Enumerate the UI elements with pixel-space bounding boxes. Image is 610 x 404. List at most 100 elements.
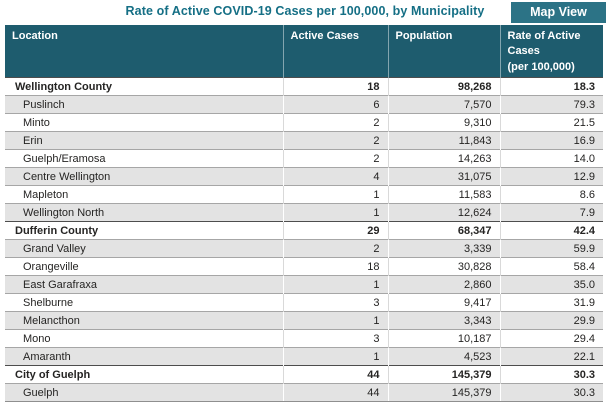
table-row[interactable]: Mapleton111,5838.6 (5, 186, 603, 204)
cell-population: 12,624 (388, 204, 500, 222)
cell-active-cases: 18 (283, 258, 388, 276)
cell-rate: 42.4 (500, 222, 603, 240)
cell-rate: 30.3 (500, 384, 603, 402)
table-row[interactable]: Guelph/Eramosa214,26314.0 (5, 150, 603, 168)
cell-location: Dufferin County (5, 222, 283, 240)
column-header-rate[interactable]: Rate of Active Cases (per 100,000) (500, 25, 603, 78)
cell-location: Mono (5, 330, 283, 348)
cell-location: City of Guelph (5, 366, 283, 384)
cell-location: Melancthon (5, 312, 283, 330)
cell-location: Mapleton (5, 186, 283, 204)
cell-rate: 79.3 (500, 96, 603, 114)
covid-rate-table: Location Active Cases Population Rate of… (5, 25, 603, 402)
table-row[interactable]: City of Guelph44145,37930.3 (5, 366, 603, 384)
cell-population: 31,075 (388, 168, 500, 186)
cell-active-cases: 18 (283, 78, 388, 96)
cell-active-cases: 6 (283, 96, 388, 114)
table-row[interactable]: Melancthon13,34329.9 (5, 312, 603, 330)
cell-rate: 30.3 (500, 366, 603, 384)
cell-rate: 8.6 (500, 186, 603, 204)
cell-location: Grand Valley (5, 240, 283, 258)
cell-location: Puslinch (5, 96, 283, 114)
column-header-rate-line1: Rate of Active Cases (508, 30, 581, 57)
cell-active-cases: 1 (283, 348, 388, 366)
cell-rate: 21.5 (500, 114, 603, 132)
cell-rate: 12.9 (500, 168, 603, 186)
table-row[interactable]: Amaranth14,52322.1 (5, 348, 603, 366)
cell-location: Minto (5, 114, 283, 132)
cell-rate: 14.0 (500, 150, 603, 168)
cell-active-cases: 2 (283, 240, 388, 258)
cell-population: 9,417 (388, 294, 500, 312)
column-header-location[interactable]: Location (5, 25, 283, 78)
column-header-active-cases[interactable]: Active Cases (283, 25, 388, 78)
table-row[interactable]: Shelburne39,41731.9 (5, 294, 603, 312)
cell-location: Amaranth (5, 348, 283, 366)
column-header-population[interactable]: Population (388, 25, 500, 78)
table-header-row: Location Active Cases Population Rate of… (5, 25, 603, 78)
cell-active-cases: 1 (283, 312, 388, 330)
cell-active-cases: 2 (283, 150, 388, 168)
cell-population: 3,343 (388, 312, 500, 330)
cell-population: 14,263 (388, 150, 500, 168)
cell-population: 145,379 (388, 384, 500, 402)
table-row[interactable]: Puslinch67,57079.3 (5, 96, 603, 114)
cell-population: 3,339 (388, 240, 500, 258)
cell-rate: 16.9 (500, 132, 603, 150)
cell-population: 30,828 (388, 258, 500, 276)
cell-rate: 7.9 (500, 204, 603, 222)
cell-population: 4,523 (388, 348, 500, 366)
cell-location: Orangeville (5, 258, 283, 276)
cell-population: 11,583 (388, 186, 500, 204)
cell-active-cases: 1 (283, 276, 388, 294)
cell-active-cases: 3 (283, 294, 388, 312)
cell-population: 2,860 (388, 276, 500, 294)
cell-active-cases: 29 (283, 222, 388, 240)
column-header-rate-line2: (per 100,000) (508, 61, 575, 73)
cell-rate: 58.4 (500, 258, 603, 276)
table-body: Wellington County1898,26818.3Puslinch67,… (5, 78, 603, 402)
cell-rate: 35.0 (500, 276, 603, 294)
cell-population: 98,268 (388, 78, 500, 96)
table-row[interactable]: Mono310,18729.4 (5, 330, 603, 348)
cell-population: 10,187 (388, 330, 500, 348)
cell-location: Guelph (5, 384, 283, 402)
cell-active-cases: 3 (283, 330, 388, 348)
table-row[interactable]: Guelph44145,37930.3 (5, 384, 603, 402)
cell-active-cases: 2 (283, 114, 388, 132)
cell-location: East Garafraxa (5, 276, 283, 294)
cell-rate: 22.1 (500, 348, 603, 366)
table-row[interactable]: Grand Valley23,33959.9 (5, 240, 603, 258)
cell-rate: 59.9 (500, 240, 603, 258)
cell-active-cases: 1 (283, 186, 388, 204)
table-row[interactable]: Erin211,84316.9 (5, 132, 603, 150)
cell-location: Wellington County (5, 78, 283, 96)
table-row[interactable]: East Garafraxa12,86035.0 (5, 276, 603, 294)
cell-rate: 18.3 (500, 78, 603, 96)
cell-active-cases: 44 (283, 366, 388, 384)
cell-population: 145,379 (388, 366, 500, 384)
cell-active-cases: 2 (283, 132, 388, 150)
cell-location: Erin (5, 132, 283, 150)
title-bar: Rate of Active COVID-19 Cases per 100,00… (0, 0, 610, 25)
cell-active-cases: 44 (283, 384, 388, 402)
cell-population: 11,843 (388, 132, 500, 150)
table-row[interactable]: Minto29,31021.5 (5, 114, 603, 132)
cell-active-cases: 4 (283, 168, 388, 186)
table-row[interactable]: Wellington County1898,26818.3 (5, 78, 603, 96)
cell-location: Centre Wellington (5, 168, 283, 186)
cell-rate: 29.9 (500, 312, 603, 330)
table-row[interactable]: Orangeville1830,82858.4 (5, 258, 603, 276)
table-row[interactable]: Wellington North112,6247.9 (5, 204, 603, 222)
table-row[interactable]: Dufferin County2968,34742.4 (5, 222, 603, 240)
cell-population: 9,310 (388, 114, 500, 132)
cell-location: Shelburne (5, 294, 283, 312)
cell-active-cases: 1 (283, 204, 388, 222)
map-view-button[interactable]: Map View (511, 2, 606, 23)
cell-population: 68,347 (388, 222, 500, 240)
cell-location: Wellington North (5, 204, 283, 222)
cell-rate: 31.9 (500, 294, 603, 312)
table-row[interactable]: Centre Wellington431,07512.9 (5, 168, 603, 186)
cell-population: 7,570 (388, 96, 500, 114)
cell-rate: 29.4 (500, 330, 603, 348)
